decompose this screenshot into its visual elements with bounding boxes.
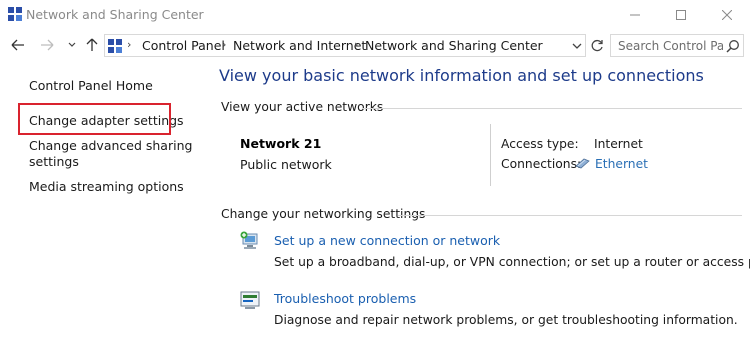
- network-category: Public network: [240, 157, 332, 172]
- close-icon: [722, 10, 732, 20]
- access-type-label: Access type:: [501, 137, 579, 151]
- search-input[interactable]: Search Control Pa...: [610, 34, 744, 57]
- maximize-button[interactable]: [658, 0, 704, 30]
- network-center-icon: [108, 39, 122, 53]
- breadcrumb-separator-icon[interactable]: ›: [127, 38, 131, 51]
- troubleshoot-icon: [240, 291, 260, 309]
- new-connection-icon: [240, 231, 258, 249]
- troubleshoot-problems-link[interactable]: Troubleshoot problems: [274, 291, 416, 306]
- search-placeholder: Search Control Pa...: [618, 39, 723, 53]
- close-button[interactable]: [704, 0, 750, 30]
- setup-connection-description: Set up a broadband, dial-up, or VPN conn…: [274, 255, 750, 269]
- arrow-left-icon: [11, 39, 24, 51]
- search-icon: [726, 40, 739, 53]
- change-advanced-sharing-link[interactable]: Change advanced sharing: [29, 137, 192, 154]
- troubleshoot-description: Diagnose and repair network problems, or…: [274, 313, 738, 327]
- refresh-button[interactable]: [587, 34, 607, 57]
- active-networks-label: View your active networks: [221, 100, 384, 114]
- minimize-icon: [630, 14, 640, 16]
- arrow-right-icon: [41, 39, 54, 51]
- breadcrumb-network-internet[interactable]: Network and Internet: [233, 38, 366, 53]
- chevron-down-icon[interactable]: [571, 40, 583, 52]
- section-divider: [398, 215, 742, 216]
- highlight-box: [18, 103, 171, 135]
- breadcrumb-network-sharing-center[interactable]: Network and Sharing Center: [365, 38, 543, 53]
- section-divider: [362, 108, 742, 109]
- networking-settings-label: Change your networking settings: [221, 207, 426, 221]
- window-title: Network and Sharing Center: [26, 7, 204, 22]
- arrow-up-icon: [86, 38, 98, 51]
- back-button[interactable]: [8, 35, 28, 55]
- network-name: Network 21: [240, 136, 322, 151]
- media-streaming-options-link[interactable]: Media streaming options: [29, 178, 184, 195]
- title-bar: Network and Sharing Center: [0, 0, 750, 30]
- change-advanced-sharing-link-line2[interactable]: settings: [29, 153, 79, 170]
- chevron-down-icon: [68, 42, 76, 47]
- ethernet-icon: [575, 158, 590, 169]
- vertical-divider: [490, 124, 491, 186]
- breadcrumb-control-panel[interactable]: Control Panel: [142, 38, 225, 53]
- refresh-icon: [591, 39, 603, 52]
- breadcrumb-separator-icon[interactable]: ›: [222, 38, 226, 51]
- access-type-value: Internet: [594, 137, 643, 151]
- connections-label: Connections:: [501, 157, 582, 171]
- recent-locations-button[interactable]: [62, 35, 82, 55]
- ethernet-connection-link[interactable]: Ethernet: [595, 157, 648, 171]
- minimize-button[interactable]: [612, 0, 658, 30]
- up-button[interactable]: [82, 35, 102, 55]
- setup-connection-link[interactable]: Set up a new connection or network: [274, 233, 500, 248]
- network-center-icon: [8, 7, 22, 21]
- address-bar[interactable]: › Control Panel › Network and Internet ›…: [104, 34, 586, 57]
- breadcrumb-separator-icon[interactable]: ›: [354, 38, 358, 51]
- maximize-icon: [676, 10, 686, 20]
- navigation-bar: › Control Panel › Network and Internet ›…: [0, 31, 750, 59]
- forward-button[interactable]: [37, 35, 57, 55]
- control-panel-home-link[interactable]: Control Panel Home: [29, 77, 153, 94]
- page-title: View your basic network information and …: [219, 66, 704, 85]
